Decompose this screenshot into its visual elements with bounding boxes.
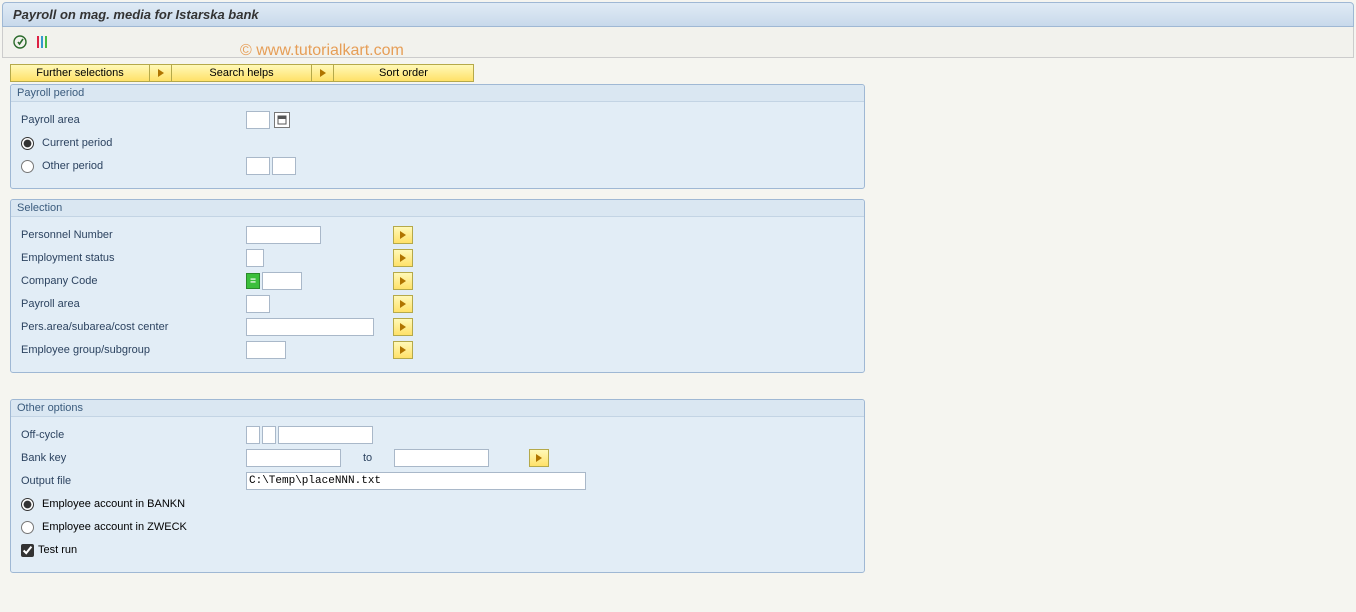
payroll-period-group: Payroll period Payroll area Current peri…	[10, 84, 865, 189]
employee-group-label: Employee group/subgroup	[21, 344, 246, 356]
other-period-radio-row[interactable]: Other period	[21, 160, 246, 173]
other-period-label: Other period	[42, 160, 103, 172]
current-period-radio[interactable]	[21, 137, 34, 150]
current-period-label: Current period	[42, 137, 112, 149]
execute-icon[interactable]	[11, 33, 29, 51]
payroll-area-f4-icon[interactable]	[274, 112, 290, 128]
personnel-number-label: Personnel Number	[21, 229, 246, 241]
account-bankn-radio[interactable]	[21, 498, 34, 511]
off-cycle-input-3[interactable]	[278, 426, 373, 444]
personnel-number-input[interactable]	[246, 226, 321, 244]
arrow-right-icon	[320, 69, 326, 77]
employee-group-more-button[interactable]	[393, 341, 413, 359]
arrow-right-icon	[400, 323, 406, 331]
employment-status-input[interactable]	[246, 249, 264, 267]
test-run-checkbox[interactable]	[21, 544, 34, 557]
window-title: Payroll on mag. media for Istarska bank	[2, 2, 1354, 27]
payroll-area-more-button[interactable]	[393, 295, 413, 313]
bank-key-more-button[interactable]	[529, 449, 549, 467]
payroll-area-sel-input[interactable]	[246, 295, 270, 313]
other-period-radio[interactable]	[21, 160, 34, 173]
arrow-right-icon	[536, 454, 542, 462]
arrow-right-icon	[400, 254, 406, 262]
pers-area-input[interactable]	[246, 318, 374, 336]
employment-status-more-button[interactable]	[393, 249, 413, 267]
other-period-input-2[interactable]	[272, 157, 296, 175]
group-title: Selection	[11, 200, 864, 217]
bank-key-to-input[interactable]	[394, 449, 489, 467]
bank-key-from-input[interactable]	[246, 449, 341, 467]
test-run-checkbox-row[interactable]: Test run	[21, 544, 77, 557]
content-area: Further selections Search helps Sort ord…	[2, 58, 1354, 589]
payroll-area-label: Payroll area	[21, 114, 246, 126]
application-toolbar	[2, 27, 1354, 58]
bank-key-to-label: to	[363, 452, 372, 464]
sort-order-arrow-button[interactable]	[312, 64, 334, 82]
equals-icon[interactable]: =	[246, 273, 260, 289]
selection-group: Selection Personnel Number Employment st…	[10, 199, 865, 373]
account-zweck-radio-row[interactable]: Employee account in ZWECK	[21, 521, 187, 534]
sort-order-button[interactable]: Sort order	[334, 64, 474, 82]
test-run-label: Test run	[38, 544, 77, 556]
arrow-right-icon	[158, 69, 164, 77]
account-bankn-radio-row[interactable]: Employee account in BANKN	[21, 498, 185, 511]
other-period-input-1[interactable]	[246, 157, 270, 175]
selection-buttons-row: Further selections Search helps Sort ord…	[10, 64, 1346, 82]
output-file-label: Output file	[21, 475, 246, 487]
output-file-input[interactable]	[246, 472, 586, 490]
other-options-group: Other options Off-cycle Bank key to	[10, 399, 865, 573]
payroll-area-sel-label: Payroll area	[21, 298, 246, 310]
account-zweck-radio[interactable]	[21, 521, 34, 534]
company-code-label: Company Code	[21, 275, 246, 287]
search-helps-arrow-button[interactable]	[150, 64, 172, 82]
personnel-number-more-button[interactable]	[393, 226, 413, 244]
bank-key-label: Bank key	[21, 452, 246, 464]
arrow-right-icon	[400, 300, 406, 308]
variant-icon[interactable]	[33, 33, 51, 51]
current-period-radio-row[interactable]: Current period	[21, 137, 246, 150]
pers-area-more-button[interactable]	[393, 318, 413, 336]
account-bankn-label: Employee account in BANKN	[42, 498, 185, 510]
company-code-input[interactable]	[262, 272, 302, 290]
employee-group-input[interactable]	[246, 341, 286, 359]
search-helps-button[interactable]: Search helps	[172, 64, 312, 82]
account-zweck-label: Employee account in ZWECK	[42, 521, 187, 533]
company-code-more-button[interactable]	[393, 272, 413, 290]
pers-area-label: Pers.area/subarea/cost center	[21, 321, 246, 333]
employment-status-label: Employment status	[21, 252, 246, 264]
further-selections-button[interactable]: Further selections	[10, 64, 150, 82]
arrow-right-icon	[400, 277, 406, 285]
group-title: Payroll period	[11, 85, 864, 102]
off-cycle-label: Off-cycle	[21, 429, 246, 441]
group-title: Other options	[11, 400, 864, 417]
arrow-right-icon	[400, 231, 406, 239]
arrow-right-icon	[400, 346, 406, 354]
off-cycle-input-2[interactable]	[262, 426, 276, 444]
payroll-area-input[interactable]	[246, 111, 270, 129]
off-cycle-input-1[interactable]	[246, 426, 260, 444]
